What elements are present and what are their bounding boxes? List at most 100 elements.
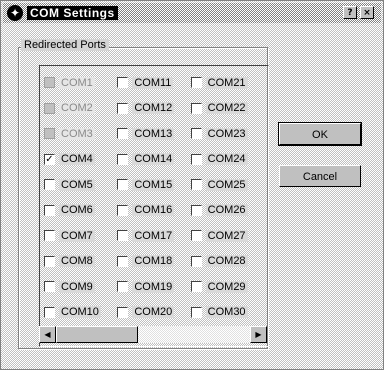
title-bar[interactable]: ✦ COM Settings ? ×	[3, 3, 381, 23]
port-label: COM14	[132, 153, 175, 166]
port-label: COM10	[59, 306, 101, 319]
port-label: COM18	[132, 255, 175, 268]
scroll-left-icon[interactable]: ◀	[39, 326, 56, 343]
port-label: COM19	[132, 280, 175, 293]
port-label: COM9	[59, 280, 95, 293]
port-checkbox[interactable]	[190, 306, 202, 318]
dialog-window: ✦ COM Settings ? × Redirected Ports COM1…	[0, 0, 384, 370]
port-checkbox[interactable]	[190, 255, 202, 267]
port-checkbox	[44, 77, 55, 89]
port-item[interactable]: COM18	[117, 249, 190, 275]
port-item[interactable]: COM22	[190, 96, 264, 122]
port-item[interactable]: COM10	[44, 300, 117, 326]
port-item[interactable]: COM20	[117, 300, 190, 326]
port-label: COM5	[59, 178, 95, 191]
port-item[interactable]: COM5	[44, 172, 117, 198]
horizontal-scrollbar[interactable]: ◀ ▶	[39, 326, 267, 343]
port-label: COM1	[59, 76, 95, 89]
port-checkbox[interactable]	[44, 204, 55, 216]
port-checkbox[interactable]	[117, 179, 129, 191]
port-checkbox[interactable]	[117, 230, 129, 242]
port-item[interactable]: COM21	[190, 70, 264, 96]
port-item: COM1	[44, 70, 117, 96]
port-checkbox[interactable]	[117, 128, 129, 140]
port-item[interactable]: COM30	[190, 300, 264, 326]
port-checkbox[interactable]	[117, 306, 129, 318]
scroll-right-icon[interactable]: ▶	[250, 326, 267, 343]
port-item[interactable]: COM11	[117, 70, 190, 96]
scroll-thumb[interactable]	[56, 326, 138, 343]
port-label: COM28	[205, 255, 248, 268]
port-checkbox[interactable]	[117, 153, 129, 165]
port-label: COM3	[59, 127, 95, 140]
port-checkbox	[44, 102, 55, 114]
port-checkbox[interactable]	[44, 255, 55, 267]
port-label: COM7	[59, 229, 95, 242]
port-label: COM4	[59, 153, 95, 166]
port-item[interactable]: COM17	[117, 223, 190, 249]
window-title: COM Settings	[27, 6, 118, 20]
close-button[interactable]: ×	[360, 6, 374, 19]
port-item[interactable]: COM15	[117, 172, 190, 198]
port-checklist[interactable]: COM1 COM2 COM3 COM4 COM5 COM6 COM7 COM8 COM9 COM1…	[39, 65, 269, 347]
port-item[interactable]: COM4	[44, 147, 117, 173]
port-column: COM21 COM22 COM23 COM24 COM25 COM26 COM27 COM28…	[190, 70, 264, 326]
port-item[interactable]: COM8	[44, 249, 117, 275]
port-checkbox[interactable]	[190, 153, 202, 165]
port-label: COM11	[132, 76, 174, 89]
port-checkbox[interactable]	[44, 153, 55, 165]
port-item[interactable]: COM9	[44, 274, 117, 300]
port-checkbox[interactable]	[117, 204, 129, 216]
port-item[interactable]: COM25	[190, 172, 264, 198]
port-checkbox[interactable]	[117, 102, 129, 114]
port-label: COM8	[59, 255, 95, 268]
app-icon: ✦	[7, 5, 23, 21]
port-checkbox[interactable]	[190, 179, 202, 191]
port-label: COM21	[205, 76, 248, 89]
port-item[interactable]: COM23	[190, 121, 264, 147]
port-item[interactable]: COM19	[117, 274, 190, 300]
port-item[interactable]: COM7	[44, 223, 117, 249]
port-checkbox[interactable]	[190, 128, 202, 140]
port-columns: COM1 COM2 COM3 COM4 COM5 COM6 COM7 COM8 COM9 COM1…	[44, 70, 264, 325]
port-item[interactable]: COM16	[117, 198, 190, 224]
group-label: Redirected Ports	[21, 39, 109, 51]
port-checkbox[interactable]	[117, 255, 129, 267]
port-item[interactable]: COM14	[117, 147, 190, 173]
port-item[interactable]: COM28	[190, 249, 264, 275]
port-label: COM24	[205, 153, 248, 166]
port-label: COM29	[205, 280, 248, 293]
port-checkbox[interactable]	[190, 230, 202, 242]
port-checkbox[interactable]	[44, 306, 55, 318]
port-label: COM2	[59, 102, 95, 115]
port-checkbox[interactable]	[190, 77, 202, 89]
port-column: COM11 COM12 COM13 COM14 COM15 COM16 COM17 COM18…	[117, 70, 190, 325]
port-checkbox[interactable]	[44, 281, 55, 293]
port-checkbox[interactable]	[44, 179, 55, 191]
port-checkbox[interactable]	[190, 204, 202, 216]
port-label: COM22	[205, 102, 248, 115]
port-checkbox[interactable]	[117, 77, 129, 89]
port-item[interactable]: COM6	[44, 198, 117, 224]
port-label: COM12	[132, 102, 175, 115]
port-checkbox[interactable]	[117, 281, 129, 293]
port-checkbox	[44, 128, 55, 140]
port-checkbox[interactable]	[190, 102, 202, 114]
port-item[interactable]: COM13	[117, 121, 190, 147]
port-item[interactable]: COM26	[190, 198, 264, 224]
cancel-button[interactable]: Cancel	[279, 165, 361, 187]
port-checkbox[interactable]	[190, 281, 202, 293]
port-label: COM26	[205, 204, 248, 217]
port-item[interactable]: COM24	[190, 147, 264, 173]
port-item: COM3	[44, 121, 117, 147]
port-label: COM30	[205, 306, 248, 319]
port-item[interactable]: COM12	[117, 96, 190, 122]
port-item[interactable]: COM27	[190, 223, 264, 249]
help-button[interactable]: ?	[343, 6, 357, 19]
port-checkbox[interactable]	[44, 230, 55, 242]
port-item[interactable]: COM29	[190, 274, 264, 300]
port-label: COM25	[205, 178, 248, 191]
port-label: COM17	[132, 229, 175, 242]
ok-button[interactable]: OK	[278, 122, 362, 146]
port-label: COM15	[132, 178, 175, 191]
